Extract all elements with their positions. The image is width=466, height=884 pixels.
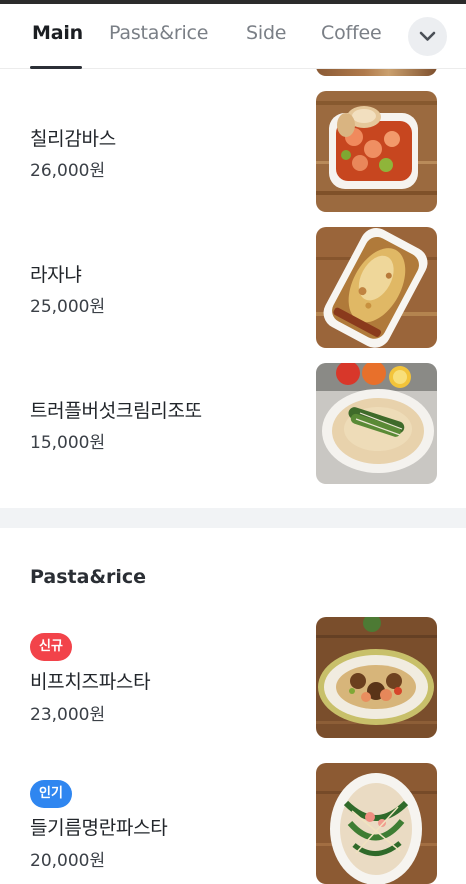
item-name: 칠리감바스 [30, 128, 116, 150]
item-price: 26,000원 [30, 161, 106, 181]
item-price: 20,000원 [30, 851, 106, 871]
item-price: 15,000원 [30, 433, 106, 453]
new-badge: 신규 [30, 633, 72, 661]
tab-side[interactable]: Side [246, 22, 286, 44]
tab-coffee[interactable]: Coffee [321, 22, 382, 44]
item-name: 들기름명란파스타 [30, 817, 168, 839]
section-title-pasta-rice: Pasta&rice [30, 566, 147, 588]
item-name: 라자냐 [30, 264, 82, 286]
item-price: 23,000원 [30, 705, 106, 725]
popular-badge: 인기 [30, 780, 72, 808]
item-photo[interactable] [316, 91, 437, 212]
expand-categories-button[interactable] [408, 17, 447, 56]
tab-pasta-rice[interactable]: Pasta&rice [109, 22, 208, 44]
tab-main[interactable]: Main [32, 22, 83, 44]
item-name: 비프치즈파스타 [30, 671, 151, 693]
item-photo[interactable] [316, 227, 437, 348]
item-photo[interactable] [316, 617, 437, 738]
chevron-down-icon [419, 31, 436, 41]
item-price: 25,000원 [30, 297, 106, 317]
item-name: 트러플버섯크림리조또 [30, 400, 202, 422]
category-tab-bar: Main Pasta&rice Side Coffee [0, 4, 466, 69]
item-photo[interactable] [316, 363, 437, 484]
active-tab-indicator [30, 66, 82, 69]
item-photo[interactable] [316, 763, 437, 884]
section-divider [0, 508, 466, 528]
